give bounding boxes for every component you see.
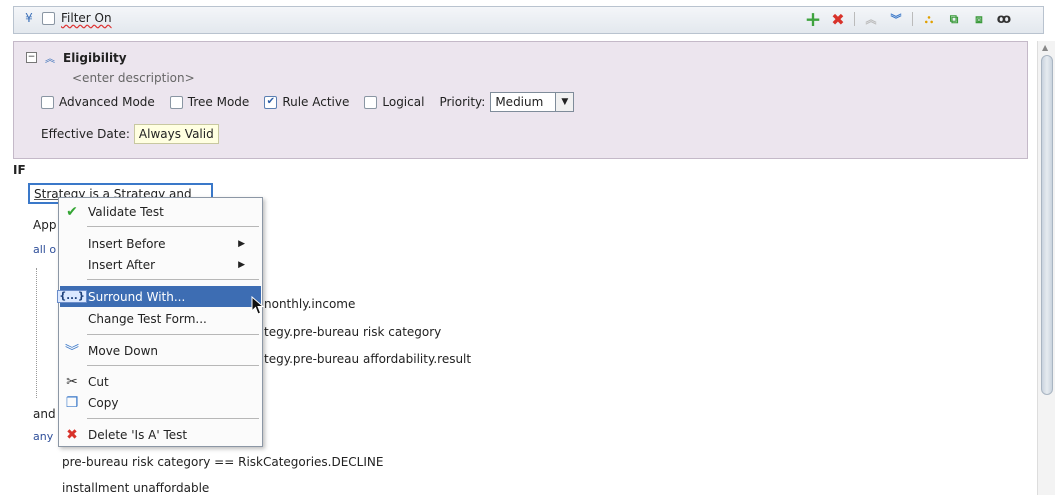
rule-active-checkbox[interactable] — [264, 95, 278, 109]
filter-label: Filter On — [61, 11, 112, 25]
condition-line-and[interactable]: and — [33, 407, 56, 421]
tree-mode-label: Tree Mode — [187, 95, 250, 109]
rule-options: Advanced Mode Tree Mode Rule Active Logi… — [41, 92, 575, 112]
menu-separator — [87, 418, 259, 419]
mouse-pointer-icon — [251, 296, 265, 315]
condition-line-income[interactable]: nonthly.income — [264, 297, 355, 311]
condition-line-app[interactable]: App — [33, 218, 56, 232]
priority-label: Priority: — [439, 95, 486, 109]
move-down-icon[interactable]: ︾ — [887, 10, 905, 28]
menu-item-cut[interactable]: ✂ Cut — [60, 371, 261, 392]
delete-icon: ✖ — [66, 426, 78, 443]
submenu-arrow-icon: ▶ — [238, 259, 245, 270]
menu-item-insert-after[interactable]: Insert After ▶ — [60, 254, 261, 275]
menu-separator — [87, 279, 259, 280]
rule-toolbar: ¥ Filter On + ✖ ︽ ︾ ⛬ ⧉ ⧈ ꝏ — [13, 6, 1044, 34]
menu-separator — [87, 334, 259, 335]
vertical-scrollbar[interactable]: ▲ — [1037, 41, 1055, 495]
menu-item-label: Validate Test — [88, 204, 164, 219]
scroll-up-icon[interactable]: ▲ — [1042, 43, 1048, 52]
menu-item-insert-before[interactable]: Insert Before ▶ — [60, 233, 261, 254]
collapse-chevron-icon[interactable]: ¥ — [22, 11, 36, 25]
condition-line-all[interactable]: all o — [33, 243, 56, 256]
priority-value: Medium — [495, 95, 544, 109]
move-down-icon: ︾ — [65, 343, 79, 360]
add-icon[interactable]: + — [804, 7, 822, 31]
checkmark-icon: ✔ — [66, 203, 78, 220]
advanced-mode-checkbox[interactable] — [41, 95, 54, 109]
rule-name[interactable]: Eligibility — [63, 51, 127, 65]
effective-date-row: Effective Date: Always Valid — [41, 124, 219, 144]
braces-icon: {...} — [57, 290, 87, 303]
priority-select[interactable]: Medium ▼ — [490, 92, 575, 112]
menu-item-delete-test[interactable]: ✖ Delete 'Is A' Test — [60, 424, 261, 445]
condition-line-any[interactable]: any — [33, 430, 53, 443]
menu-item-move-down[interactable]: ︾ Move Down — [60, 340, 261, 361]
menu-item-validate-test[interactable]: ✔ Validate Test — [60, 201, 261, 222]
filter-toggle[interactable]: ¥ Filter On — [22, 11, 112, 25]
find-icon[interactable]: ꝏ — [995, 10, 1013, 28]
condition-line-affordability[interactable]: tegy.pre-bureau affordability.result — [264, 352, 471, 366]
logical-checkbox[interactable] — [364, 95, 378, 109]
logical-label: Logical — [382, 95, 425, 109]
double-chevron-up-icon[interactable]: ︽ — [45, 50, 55, 65]
logical-option[interactable]: Logical — [364, 95, 424, 109]
menu-item-label: Copy — [88, 395, 119, 410]
menu-item-copy[interactable]: ❐ Copy — [60, 392, 261, 413]
menu-item-label: Move Down — [88, 343, 158, 358]
menu-separator — [87, 365, 259, 366]
menu-item-change-test-form[interactable]: Change Test Form... — [60, 308, 261, 329]
context-menu: ✔ Validate Test Insert Before ▶ Insert A… — [57, 197, 263, 447]
advanced-mode-label: Advanced Mode — [59, 95, 155, 109]
rule-header-panel: − ︽ Eligibility <enter description> Adva… — [13, 41, 1028, 159]
toolbar-divider — [854, 12, 855, 26]
menu-item-label: Delete 'Is A' Test — [88, 427, 188, 442]
tree-mode-checkbox[interactable] — [169, 95, 183, 109]
if-keyword: IF — [13, 163, 26, 177]
rule-active-label: Rule Active — [282, 95, 350, 109]
rule-title-row: − ︽ Eligibility — [26, 50, 127, 65]
rule-active-option[interactable]: Rule Active — [264, 95, 349, 109]
menu-item-label: Insert After — [88, 257, 156, 272]
condition-line-decline[interactable]: pre-bureau risk category == RiskCategori… — [62, 455, 383, 469]
move-up-icon[interactable]: ︽ — [862, 10, 880, 28]
rule-description[interactable]: <enter description> — [72, 71, 195, 85]
split-icon[interactable]: ⧉ — [945, 10, 963, 28]
toolbar-divider — [912, 12, 913, 26]
merge-icon[interactable]: ⧈ — [970, 10, 988, 28]
menu-item-label: Insert Before — [88, 236, 166, 251]
copy-icon: ❐ — [65, 394, 79, 411]
advanced-mode-option[interactable]: Advanced Mode — [41, 95, 155, 109]
delete-icon[interactable]: ✖ — [829, 10, 847, 29]
tree-icon[interactable]: ⛬ — [920, 10, 938, 28]
chevron-down-icon[interactable]: ▼ — [555, 93, 574, 111]
effective-date-label: Effective Date: — [41, 127, 130, 141]
tree-mode-option[interactable]: Tree Mode — [169, 95, 250, 109]
menu-item-surround-with[interactable]: {...} Surround With... — [57, 286, 261, 307]
effective-date-value[interactable]: Always Valid — [133, 124, 219, 144]
menu-separator — [87, 226, 259, 227]
scissors-icon: ✂ — [66, 373, 78, 390]
filter-checkbox[interactable] — [42, 11, 55, 25]
condition-line-risk[interactable]: tegy.pre-bureau risk category — [264, 325, 441, 339]
scrollbar-thumb[interactable] — [1041, 55, 1053, 395]
submenu-arrow-icon: ▶ — [238, 238, 245, 249]
condition-line-installment[interactable]: installment unaffordable — [62, 481, 209, 495]
tree-connector — [36, 268, 37, 398]
toolbar-actions: + ✖ ︽ ︾ ⛬ ⧉ ⧈ ꝏ — [804, 7, 1013, 31]
collapse-minus-icon[interactable]: − — [26, 52, 37, 63]
menu-item-label: Cut — [88, 374, 109, 389]
menu-item-label: Surround With... — [88, 289, 186, 304]
menu-item-label: Change Test Form... — [88, 311, 207, 326]
